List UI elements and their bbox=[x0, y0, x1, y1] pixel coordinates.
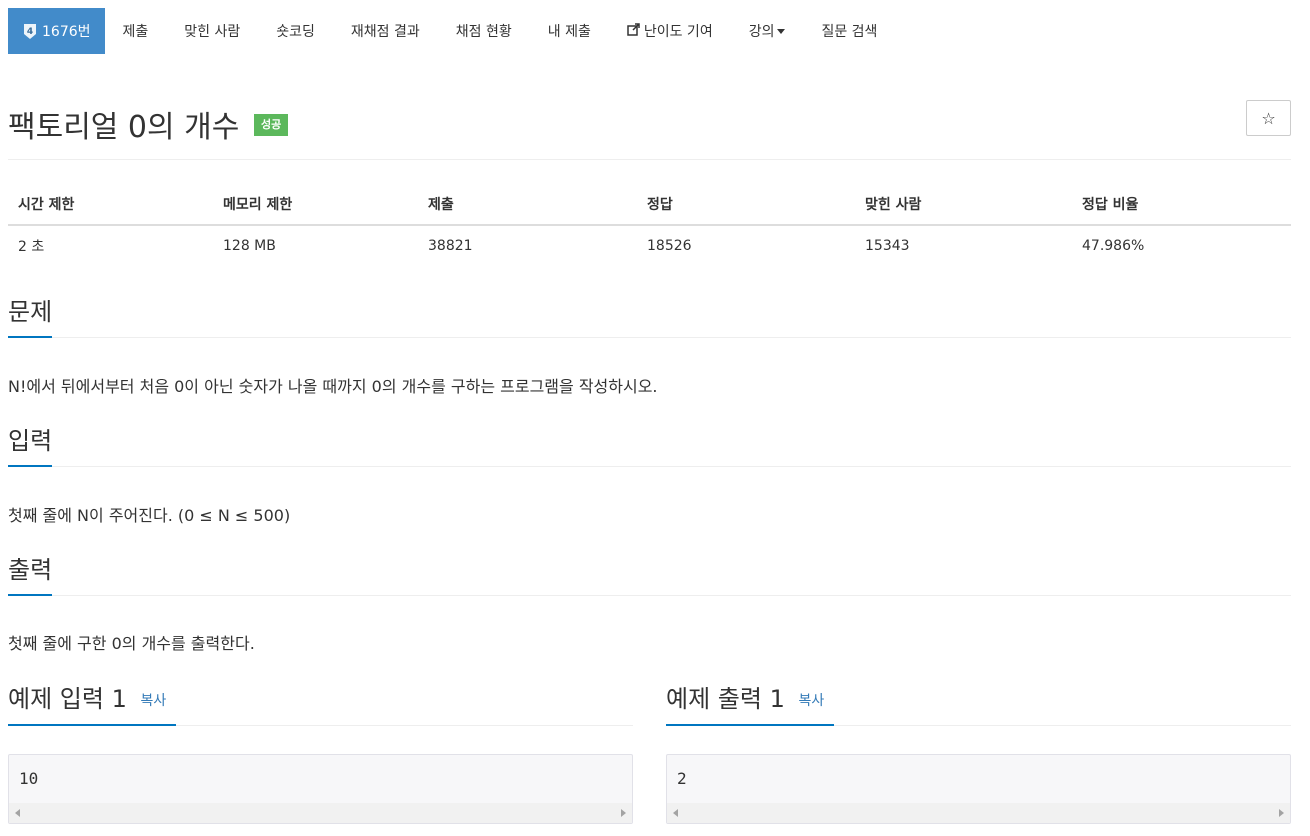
nav-problem-number-label: 1676번 bbox=[42, 24, 91, 40]
sample-input-scrollbar[interactable] bbox=[9, 803, 632, 823]
problem-nav: 4 1676번 제출 맞힌 사람 숏코딩 재채점 결과 채점 현황 내 제출 난… bbox=[8, 8, 895, 54]
nav-problem-number[interactable]: 4 1676번 bbox=[8, 8, 105, 54]
table-row: 2 초 128 MB 38821 18526 15343 47.986% bbox=[8, 225, 1291, 265]
input-section-header: 입력 bbox=[8, 427, 1291, 467]
header-time-limit: 시간 제한 bbox=[8, 184, 213, 226]
sample-input-box[interactable]: 10 bbox=[8, 754, 633, 824]
star-icon: ☆ bbox=[1261, 108, 1276, 128]
header-accepted: 정답 bbox=[637, 184, 855, 226]
sample-output-title: 예제 출력 1 복사 bbox=[666, 684, 835, 726]
output-title: 출력 bbox=[8, 556, 53, 596]
header-solved-users: 맞힌 사람 bbox=[855, 184, 1072, 226]
scroll-left-icon[interactable] bbox=[673, 809, 678, 817]
external-link-icon bbox=[627, 22, 640, 40]
nav-my-submissions[interactable]: 내 제출 bbox=[530, 8, 609, 54]
sample-output-header: 예제 출력 1 복사 bbox=[666, 684, 1291, 726]
nav-question-search[interactable]: 질문 검색 bbox=[803, 8, 895, 54]
header-accept-ratio: 정답 비율 bbox=[1072, 184, 1291, 226]
caret-down-icon bbox=[777, 28, 786, 34]
page-title: 팩토리얼 0의 개수 bbox=[8, 110, 240, 145]
nav-rejudge-results[interactable]: 재채점 결과 bbox=[333, 8, 438, 54]
sample-output-value: 2 bbox=[677, 769, 687, 788]
input-text: 첫째 줄에 N이 주어진다. (0 ≤ N ≤ 500) bbox=[8, 506, 291, 525]
sample-input-copy-link[interactable]: 복사 bbox=[141, 693, 167, 709]
output-section-header: 출력 bbox=[8, 556, 1291, 596]
sample-input-header: 예제 입력 1 복사 bbox=[8, 684, 633, 726]
time-limit-value: 2 초 bbox=[18, 238, 45, 255]
sample-output-copy-link[interactable]: 복사 bbox=[799, 693, 825, 709]
sample-output-box[interactable]: 2 bbox=[666, 754, 1291, 824]
description-section-header: 문제 bbox=[8, 298, 1291, 338]
output-text: 첫째 줄에 구한 0의 개수를 출력한다. bbox=[8, 634, 255, 653]
nav-difficulty-contribution[interactable]: 난이도 기여 bbox=[609, 8, 731, 54]
table-header-row: 시간 제한 메모리 제한 제출 정답 맞힌 사람 정답 비율 bbox=[8, 184, 1291, 226]
description-text: N!에서 뒤에서부터 처음 0이 아닌 숫자가 나올 때까지 0의 개수를 구하… bbox=[8, 377, 658, 396]
header-submissions: 제출 bbox=[418, 184, 637, 226]
scroll-right-icon[interactable] bbox=[621, 809, 626, 817]
nav-solved-users[interactable]: 맞힌 사람 bbox=[166, 8, 258, 54]
svg-text:4: 4 bbox=[27, 27, 33, 37]
solved-users-value: 15343 bbox=[865, 237, 910, 254]
submissions-value: 38821 bbox=[428, 237, 473, 254]
nav-submit[interactable]: 제출 bbox=[105, 8, 167, 54]
description-title: 문제 bbox=[8, 298, 53, 338]
scroll-left-icon[interactable] bbox=[15, 809, 20, 817]
memory-limit-value: 128 MB bbox=[223, 237, 276, 254]
nav-judge-status[interactable]: 채점 현황 bbox=[438, 8, 530, 54]
sample-output-scrollbar[interactable] bbox=[667, 803, 1290, 823]
favorite-star-button[interactable]: ☆ bbox=[1246, 100, 1291, 136]
accepted-value: 18526 bbox=[647, 237, 692, 254]
header-memory-limit: 메모리 제한 bbox=[213, 184, 418, 226]
problem-header: 팩토리얼 0의 개수 성공 ☆ bbox=[8, 96, 1291, 160]
nav-lectures-dropdown[interactable]: 강의 bbox=[731, 8, 804, 54]
input-title: 입력 bbox=[8, 427, 53, 467]
tier-badge-icon: 4 bbox=[22, 23, 38, 40]
status-badge: 성공 bbox=[254, 114, 289, 136]
scroll-right-icon[interactable] bbox=[1279, 809, 1284, 817]
sample-input-value: 10 bbox=[19, 769, 39, 788]
problem-info-table: 시간 제한 메모리 제한 제출 정답 맞힌 사람 정답 비율 2 초 128 M… bbox=[8, 184, 1291, 265]
nav-short-coding[interactable]: 숏코딩 bbox=[258, 8, 333, 54]
sample-input-title: 예제 입력 1 복사 bbox=[8, 684, 177, 726]
accept-ratio-value: 47.986% bbox=[1082, 237, 1145, 254]
